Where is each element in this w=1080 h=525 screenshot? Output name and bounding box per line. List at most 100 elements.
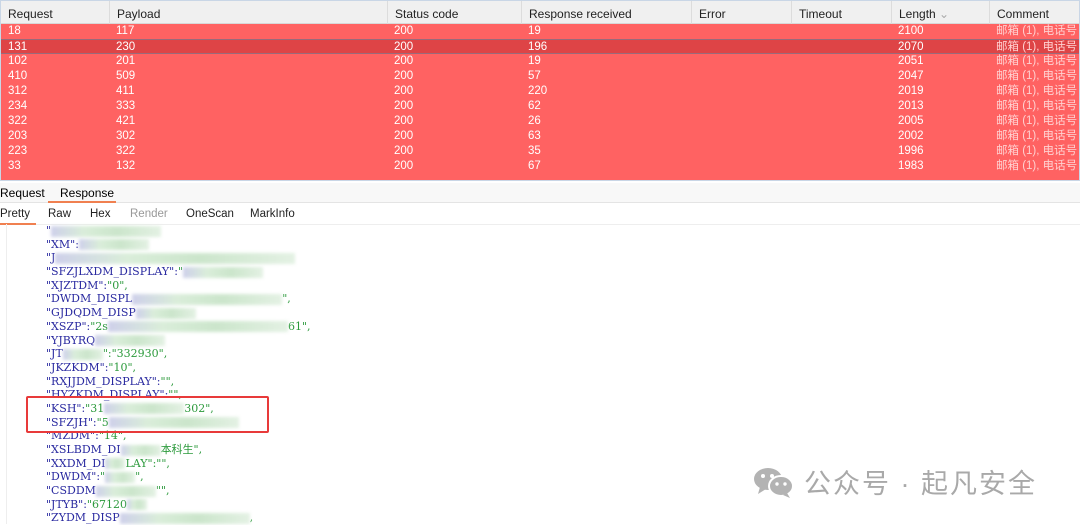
json-value: "2s	[90, 319, 108, 333]
redacted-value	[95, 485, 156, 497]
column-header-length-label: Length	[899, 7, 936, 21]
cell-payload: 509	[116, 70, 136, 82]
json-value: "0",	[107, 278, 128, 292]
json-key: "ZYDM_DISP	[46, 511, 120, 525]
table-row-partial[interactable]	[1, 174, 1079, 180]
results-table: Request Payload Status code Response rec…	[0, 0, 1080, 181]
cell-comment: 邮箱 (1), 电话号 (2)	[996, 130, 1079, 142]
cell-comment: 邮箱 (1), 电话号 (3)	[996, 55, 1079, 67]
column-header-error[interactable]: Error	[691, 1, 726, 24]
cell-request: 234	[8, 100, 28, 112]
cell-response-received: 220	[528, 85, 548, 97]
column-header-payload[interactable]: Payload	[109, 1, 160, 24]
redacted-value	[107, 321, 288, 333]
code-line: "SFZJLXDM_DISPLAY":"	[46, 265, 311, 279]
cell-payload: 230	[116, 41, 136, 53]
json-key: "J	[46, 251, 56, 265]
cell-payload: 421	[116, 115, 136, 127]
redacted-value	[62, 348, 103, 360]
cell-length: 2013	[898, 100, 924, 112]
table-row[interactable]: 312 411 200 220 2019 邮箱 (1), 电话号 (2)	[1, 84, 1079, 99]
cell-status-code: 200	[394, 115, 414, 127]
redacted-value	[95, 335, 166, 346]
json-value-end: ",	[135, 470, 144, 484]
cell-response-received: 67	[528, 160, 541, 172]
table-row[interactable]: 18 117 200 19 2100 邮箱 (1), 电话号 (2)	[1, 24, 1079, 39]
redacted-value	[120, 444, 161, 456]
highlight-box	[26, 396, 269, 433]
code-line: "YJBYRQ	[46, 334, 311, 348]
tab-hex[interactable]: Hex	[90, 208, 110, 220]
json-key: "XM":	[46, 237, 79, 251]
json-key: "RXJJDM_DISPLAY":	[46, 374, 161, 388]
cell-payload: 411	[116, 85, 135, 97]
column-header-timeout[interactable]: Timeout	[791, 1, 842, 24]
tab-markinfo[interactable]: MarkInfo	[250, 208, 295, 220]
cell-payload: 201	[116, 55, 136, 67]
redacted-value	[126, 499, 147, 511]
cell-comment: 邮箱 (1), 电话号 (3)	[996, 41, 1079, 53]
tab-pretty[interactable]: Pretty	[0, 208, 30, 220]
table-row[interactable]: 102 201 200 19 2051 邮箱 (1), 电话号 (3)	[1, 54, 1079, 69]
code-line: "GJDQDM_DISP	[46, 306, 311, 320]
cell-response-received: 26	[528, 115, 541, 127]
code-line: "XM":	[46, 238, 311, 252]
message-tabs: Request Response	[0, 183, 1080, 203]
tab-raw[interactable]: Raw	[48, 208, 71, 220]
cell-request: 223	[8, 145, 28, 157]
table-row[interactable]: 234 333 200 62 2013 邮箱 (1), 电话号 (2)	[1, 99, 1079, 114]
json-value: ,	[249, 511, 254, 525]
table-row[interactable]: 223 322 200 35 1996 邮箱 (1), 电话号 (2)	[1, 144, 1079, 159]
cell-status-code: 200	[394, 70, 414, 82]
json-key: "GJDQDM_DISP	[46, 306, 136, 320]
watermark-text: 公众号 · 起凡安全	[804, 469, 1037, 499]
cell-length: 2002	[898, 130, 924, 142]
cell-response-received: 63	[528, 130, 541, 142]
json-key: "JT	[46, 347, 63, 361]
column-header-request[interactable]: Request	[1, 1, 53, 24]
response-body[interactable]: " "XM": "J "SFZJLXDM_DISPLAY":" "XJZTDM":"0"…	[46, 224, 311, 525]
redacted-value	[51, 225, 162, 237]
json-value: "67120	[86, 497, 127, 511]
cell-status-code: 200	[394, 100, 414, 112]
redacted-value	[105, 458, 126, 470]
json-value: "10",	[108, 360, 137, 374]
cell-status-code: 200	[394, 145, 414, 157]
table-row[interactable]: 131 230 200 196 2070 邮箱 (1), 电话号 (3)	[1, 39, 1079, 54]
column-header-length[interactable]: Length ⌄	[891, 1, 949, 24]
tab-onescan[interactable]: OneScan	[186, 208, 234, 220]
table-row[interactable]: 410 509 200 57 2047 邮箱 (1), 电话号 (2)	[1, 69, 1079, 84]
cell-request: 312	[8, 85, 28, 97]
cell-comment: 邮箱 (1), 电话号 (2)	[996, 115, 1079, 127]
column-header-status-code[interactable]: Status code	[387, 1, 458, 24]
cell-length: 2100	[898, 25, 924, 37]
json-key: "YJBYRQ	[46, 333, 96, 347]
tab-render[interactable]: Render	[130, 208, 168, 220]
view-tabs: Pretty Raw Hex Render OneScan MarkInfo	[0, 204, 1080, 225]
json-value: ":"332930",	[102, 347, 168, 361]
active-tab-indicator	[48, 201, 116, 203]
code-line: "JT ":"332930",	[46, 347, 311, 361]
redacted-value	[78, 239, 149, 251]
json-key: "XSZP":	[46, 319, 91, 333]
code-line: "XJZTDM":"0",	[46, 279, 311, 293]
tab-request[interactable]: Request	[0, 186, 45, 200]
column-header-response-received[interactable]: Response received	[521, 1, 632, 24]
column-header-comment[interactable]: Comment	[989, 1, 1049, 24]
json-key: "XSLBDM_DI	[46, 443, 121, 456]
cell-response-received: 35	[528, 145, 541, 157]
cell-comment: 邮箱 (1), 电话号 (2)	[996, 85, 1079, 97]
code-line: "XSZP":"2s 61",	[46, 320, 311, 334]
cell-response-received: 19	[528, 25, 541, 37]
code-line: "J	[46, 251, 311, 265]
cell-request: 18	[8, 25, 21, 37]
redacted-value	[132, 293, 283, 305]
table-row[interactable]: 322 421 200 26 2005 邮箱 (1), 电话号 (2)	[1, 114, 1079, 129]
table-row[interactable]: 203 302 200 63 2002 邮箱 (1), 电话号 (2)	[1, 129, 1079, 144]
redacted-value	[105, 471, 136, 483]
table-row[interactable]: 33 132 200 67 1983 邮箱 (1), 电话号 (2)	[1, 159, 1079, 174]
redacted-value	[183, 266, 263, 278]
cell-request: 322	[8, 115, 28, 127]
tab-response[interactable]: Response	[60, 186, 114, 200]
cell-response-received: 62	[528, 100, 541, 112]
